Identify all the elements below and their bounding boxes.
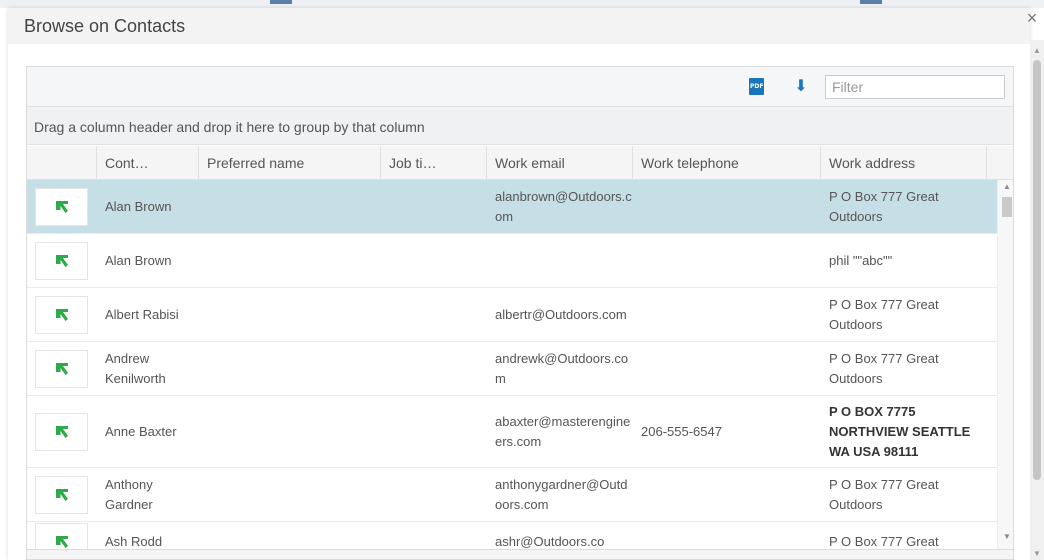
cell-work-address: P O Box 777 Great Outdoors xyxy=(829,296,939,332)
dialog-header: Browse on Contacts xyxy=(8,8,1030,44)
cell-work-telephone xyxy=(633,234,821,287)
column-header-work-address[interactable]: Work address xyxy=(821,146,987,179)
row-icon-cell[interactable] xyxy=(27,342,97,395)
cell-work-email: andrewk@Outdoors.com xyxy=(495,350,629,386)
cell-contact: Andrew Kenilworth xyxy=(105,350,166,386)
column-header-job-title[interactable]: Job ti… xyxy=(381,146,487,179)
cell-job-title xyxy=(381,288,487,341)
column-header-work-email[interactable]: Work email xyxy=(487,146,633,179)
row-icon-cell[interactable] xyxy=(27,180,97,233)
cell-contact: Anne Baxter xyxy=(105,423,177,439)
select-arrow-icon[interactable] xyxy=(35,475,88,514)
cell-contact: Alan Brown xyxy=(105,252,172,268)
dialog-title: Browse on Contacts xyxy=(24,15,186,36)
table-row[interactable]: Albert Rabisi albertr@Outdoors.com P O Box… xyxy=(27,288,997,342)
select-arrow-icon[interactable] xyxy=(35,241,88,280)
cell-job-title xyxy=(381,468,487,521)
cell-work-address: P O BOX 7775 NORTHVIEW SEATTLE WA USA 98… xyxy=(829,403,971,459)
cell-work-telephone: 206-555-6547 xyxy=(641,423,722,439)
background-page-strip xyxy=(0,0,1044,8)
download-icon[interactable]: ⬇ xyxy=(791,77,811,97)
cell-contact: Anthony Gardner xyxy=(105,476,153,512)
grid-scrollbar[interactable]: ▲ ▼ xyxy=(997,180,1013,559)
column-header-filler xyxy=(987,146,1013,179)
table-row[interactable]: Andrew Kenilworth andrewk@Outdoors.com P O… xyxy=(27,342,997,396)
cell-job-title xyxy=(381,396,487,467)
grid-scroll-up-icon[interactable]: ▲ xyxy=(1003,182,1011,191)
table-row[interactable]: Anne Baxter abaxter@masterengineers.com 20… xyxy=(27,396,997,468)
table-row[interactable]: Anthony Gardner anthonygardner@Outdoors.c… xyxy=(27,468,997,522)
row-icon-cell[interactable] xyxy=(27,234,97,287)
column-header-contact[interactable]: Cont… xyxy=(97,146,199,179)
grid-scrollbar-thumb[interactable] xyxy=(1002,197,1012,217)
column-header-row: Cont… Preferred name Job ti… Work email … xyxy=(27,146,1013,180)
row-icon-cell[interactable] xyxy=(27,288,97,341)
row-icon-cell[interactable] xyxy=(27,396,97,467)
cell-preferred-name xyxy=(199,288,381,341)
dialog-scrollbar[interactable]: ▲ ▼ xyxy=(1030,40,1044,560)
cell-work-email xyxy=(487,234,633,287)
cell-work-telephone xyxy=(633,180,821,233)
cell-preferred-name xyxy=(199,468,381,521)
row-icon-cell[interactable] xyxy=(27,468,97,521)
cell-work-address: P O Box 777 Great Outdoors xyxy=(829,476,939,512)
grid-footer xyxy=(27,549,1013,559)
filter-input[interactable] xyxy=(825,75,1005,99)
cell-preferred-name xyxy=(199,180,381,233)
cell-job-title xyxy=(381,234,487,287)
cell-work-telephone xyxy=(633,468,821,521)
column-header-icon xyxy=(27,146,97,179)
cell-contact: Alan Brown xyxy=(105,198,172,214)
cell-work-address: P O Box 777 Great Outdoors xyxy=(829,188,939,224)
cell-work-address: P O Box 777 Great Outdoors xyxy=(829,350,939,386)
cell-work-telephone xyxy=(633,288,821,341)
grid-body: Alan Brown alanbrown@Outdoors.com P O Box … xyxy=(27,180,997,559)
cell-work-email: anthonygardner@Outdoors.com xyxy=(495,476,628,512)
close-button[interactable]: × xyxy=(1022,8,1042,28)
contacts-grid: PDF ⬇ Drag a column header and drop it h… xyxy=(26,66,1014,560)
background-mark xyxy=(860,0,882,4)
cell-contact: Albert Rabisi xyxy=(105,306,179,322)
background-mark xyxy=(270,0,292,4)
cell-work-address: phil ""abc"" xyxy=(829,252,893,268)
cell-preferred-name xyxy=(199,234,381,287)
group-by-drop-zone[interactable]: Drag a column header and drop it here to… xyxy=(27,107,1013,145)
cell-preferred-name xyxy=(199,342,381,395)
cell-work-email: alanbrown@Outdoors.com xyxy=(495,188,632,224)
cell-work-telephone xyxy=(633,342,821,395)
column-header-work-telephone[interactable]: Work telephone xyxy=(633,146,821,179)
scroll-up-arrow-icon[interactable]: ▲ xyxy=(1033,46,1041,55)
pdf-icon[interactable]: PDF xyxy=(747,77,767,97)
grid-toolbar: PDF ⬇ xyxy=(27,67,1013,107)
scrollbar-thumb[interactable] xyxy=(1033,60,1041,480)
grid-scroll-down-icon[interactable]: ▼ xyxy=(1003,532,1011,541)
scroll-down-arrow-icon[interactable]: ▼ xyxy=(1033,549,1041,558)
pdf-icon-label: PDF xyxy=(750,83,764,90)
column-header-preferred-name[interactable]: Preferred name xyxy=(199,146,381,179)
cell-job-title xyxy=(381,342,487,395)
select-arrow-icon[interactable] xyxy=(35,295,88,334)
select-arrow-icon[interactable] xyxy=(35,187,88,226)
table-row[interactable]: Alan Brown alanbrown@Outdoors.com P O Box … xyxy=(27,180,997,234)
cell-preferred-name xyxy=(199,396,381,467)
cell-job-title xyxy=(381,180,487,233)
select-arrow-icon[interactable] xyxy=(35,349,88,388)
cell-work-email: albertr@Outdoors.com xyxy=(495,306,627,322)
cell-work-email: abaxter@masterengineers.com xyxy=(495,413,631,449)
select-arrow-icon[interactable] xyxy=(35,412,88,451)
table-row[interactable]: Alan Brown phil ""abc"" xyxy=(27,234,997,288)
